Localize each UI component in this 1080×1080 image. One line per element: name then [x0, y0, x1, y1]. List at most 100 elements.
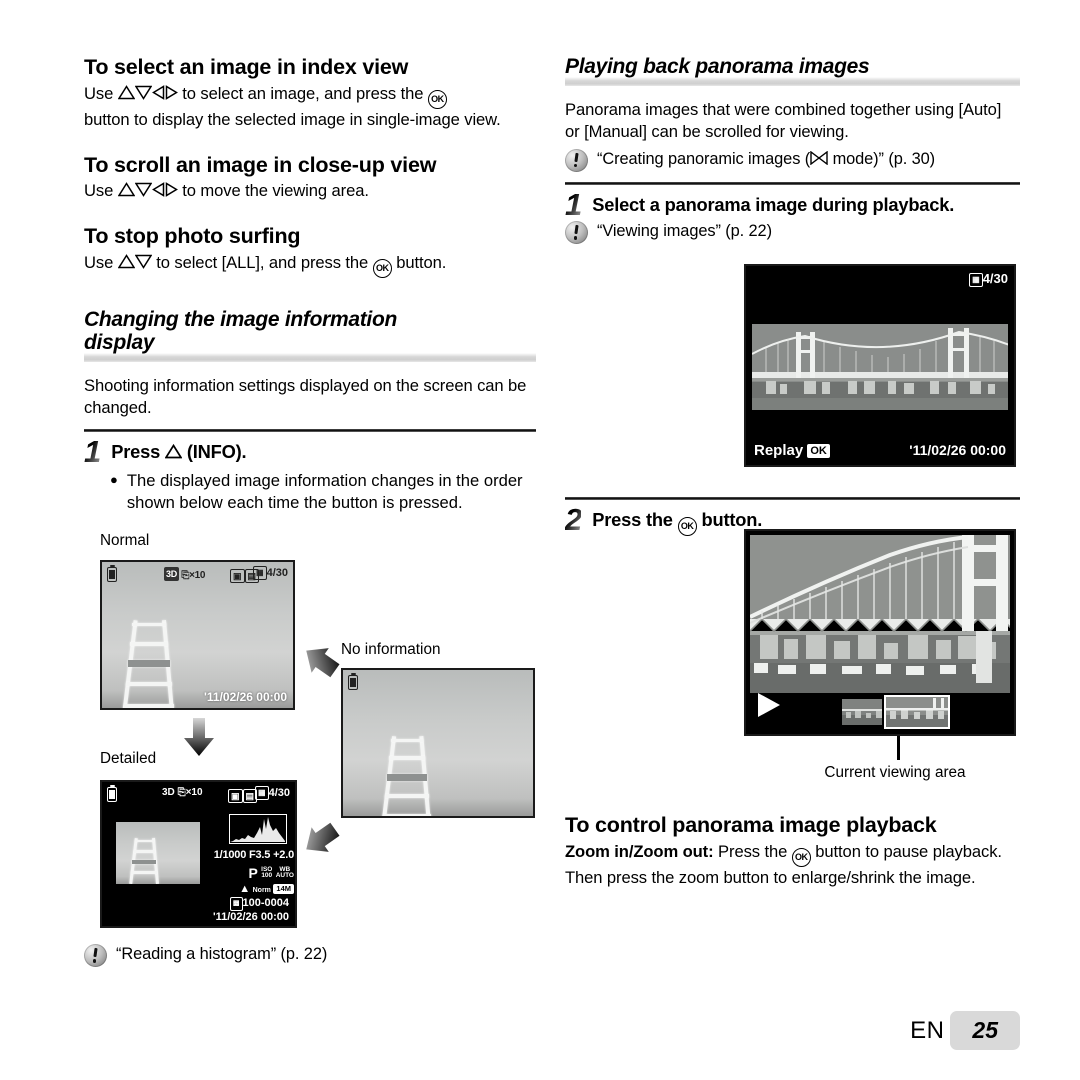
ladder-subject: [128, 837, 166, 884]
resolution-value: 14M: [273, 884, 294, 894]
date-value: '11/02/26: [212, 911, 258, 923]
paragraph-scroll-closeup-view: Use to move the viewing area.: [84, 180, 536, 202]
file-number-row: ▩ 100-0004: [229, 897, 289, 911]
detailed-thumbnail: [116, 822, 200, 884]
date-value: '11/02/26: [909, 442, 967, 458]
caution-icon: [565, 221, 588, 245]
arrow-down-icon: [134, 254, 152, 269]
left-column: To select an image in index view Use to …: [84, 55, 536, 513]
panorama-image-bridge: [752, 324, 1008, 410]
step-number: 1: [84, 433, 101, 469]
iso-value: 100: [261, 872, 273, 879]
ladder-subject: [122, 620, 186, 708]
paragraph-stop-photo-surfing: Use to select [ALL], and press the OK bu…: [84, 252, 536, 278]
datetime-stamp: '11/02/26 00:00: [204, 690, 287, 704]
note-text: “Viewing images” (p. 22): [597, 222, 772, 241]
arrow-up-icon: [117, 182, 135, 197]
print-icon: ⎘: [177, 787, 186, 798]
datetime-stamp: '11/02/26 00:00: [213, 911, 289, 923]
note-text: “Creating panoramic images ( mode)” (p. …: [597, 148, 935, 171]
paragraph-zoom-controls: Zoom in/Zoom out: Press the OK button to…: [565, 841, 1020, 889]
label-detailed: Detailed: [100, 750, 157, 767]
arrow-up-icon: [117, 253, 135, 269]
heading-control-panorama-playback: To control panorama image playback: [565, 813, 937, 837]
bullet-dot-icon: ●: [110, 472, 118, 488]
exposure-compensation: +2.0: [273, 849, 294, 861]
ok-button-icon: OK: [427, 89, 447, 109]
page-footer: EN 25: [910, 1011, 1020, 1050]
screen-panorama-zoomed: [744, 529, 1016, 736]
arrow-noinfo-to-detailed-icon: [300, 818, 342, 865]
step-number: 2: [565, 502, 582, 537]
print-icon: ⎘: [181, 570, 190, 581]
bullet-text: The displayed image information changes …: [126, 471, 523, 512]
ok-button-icon: OK: [791, 847, 811, 867]
use-word: Use: [84, 181, 114, 201]
stop-surfing-text: to select [ALL], and press the: [156, 252, 369, 272]
section-title-line2: display: [84, 331, 155, 355]
zoom-value: ×10: [189, 570, 206, 581]
exposure-values-row: 1/1000 F3.5 +2.0: [198, 849, 295, 861]
manual-page: To select an image in index view Use to …: [0, 0, 1080, 1080]
time-value: 00:00: [970, 442, 1006, 458]
caption-current-viewing-area: Current viewing area: [824, 764, 966, 781]
screen-no-information: [341, 668, 535, 818]
step-title-pre: Press: [111, 440, 161, 462]
quality-badge-1: ▣: [228, 789, 243, 803]
step-1-press-info: 1 Press (INFO).: [84, 433, 536, 469]
battery-indicator: [348, 672, 358, 692]
shutter-speed: 1/1000: [213, 849, 247, 861]
screen-detailed: 3D ⎘×10 ▣ ▤ ▦ 4/30 1/1000 F3.5 +2.0 P ISO …: [100, 780, 297, 928]
step-divider-rule: [565, 181, 1020, 185]
note-text-pre: “Creating panoramic images (: [597, 149, 811, 168]
flash-zoom-indicators: 3D ⎘×10: [162, 787, 203, 798]
section-title-line1: Changing the image information: [84, 307, 398, 331]
note-text-post: mode)” (p. 30): [828, 149, 936, 168]
image-quality-badges: ▣ ▤: [228, 787, 258, 805]
step-title: Press the OK button.: [592, 507, 762, 536]
control-panorama-block: To control panorama image playback Zoom …: [565, 813, 1020, 889]
wb-value: AUTO: [275, 872, 294, 879]
folder-icon: ▩: [229, 897, 243, 911]
caution-icon: [84, 944, 107, 967]
quality-resolution-row: ▲ Norm 14M: [212, 883, 294, 895]
screen-normal: 3D ⎘×10 ▣ ▤ ▦ 4/30 '11/02/26 00:00: [100, 560, 295, 710]
note-text: “Reading a histogram” (p. 22): [116, 945, 328, 963]
frame-counter-value: 4/30: [266, 567, 288, 579]
shadow-adjust-icon: ▲: [239, 883, 251, 895]
frame-counter: ▦ 4/30: [253, 566, 288, 580]
panorama-zoomed-image: [750, 535, 1010, 693]
paragraph-select-index-view: Use to select an image, and press the OK…: [84, 83, 536, 131]
index-view-text-a: to select an image, and press the: [182, 83, 424, 103]
arrow-right-icon: [165, 84, 178, 100]
arrow-normal-to-noinfo-icon: [300, 640, 342, 687]
step-divider-rule: [84, 428, 536, 432]
arrow-up-icon: [117, 84, 135, 100]
datetime-stamp: '11/02/26 00:00: [909, 442, 1006, 458]
flash-zoom-indicators: 3D ⎘×10: [164, 567, 205, 581]
step-title-post: button.: [701, 509, 763, 530]
paragraph-panorama-intro: Panorama images that were combined toget…: [565, 99, 1002, 141]
step-title: Select a panorama image during playback.: [592, 193, 955, 215]
navigator-current-view: [884, 695, 950, 729]
section-changing-image-info: Changing the image information display: [84, 308, 536, 362]
right-column: Playing back panorama images Panorama im…: [565, 55, 1020, 245]
card-icon: ▦: [255, 786, 269, 800]
caution-icon: [565, 148, 588, 172]
bullet-item: ● The displayed image information change…: [110, 470, 536, 513]
footer-language: EN: [910, 1016, 945, 1044]
note-viewing-images: “Viewing images” (p. 22): [565, 220, 1020, 245]
arrow-left-icon: [151, 84, 165, 100]
card-icon: ▦: [253, 566, 267, 580]
flash-mode-icon: 3D: [164, 567, 179, 581]
label-no-information: No information: [341, 641, 441, 658]
section-title: Playing back panorama images: [565, 55, 870, 78]
mode-iso-wb-row: P ISO 100 WB AUTO: [222, 865, 294, 881]
panorama-navigator: [842, 695, 950, 729]
battery-indicator: [107, 784, 117, 804]
frame-counter: ▦ 4/30: [969, 271, 1008, 287]
note-reading-histogram: “Reading a histogram” (p. 22): [84, 943, 504, 967]
arrow-down-flow-icon: [182, 716, 216, 763]
compression-value: Norm: [252, 887, 271, 894]
zoom-body-a: Press the: [718, 841, 788, 861]
